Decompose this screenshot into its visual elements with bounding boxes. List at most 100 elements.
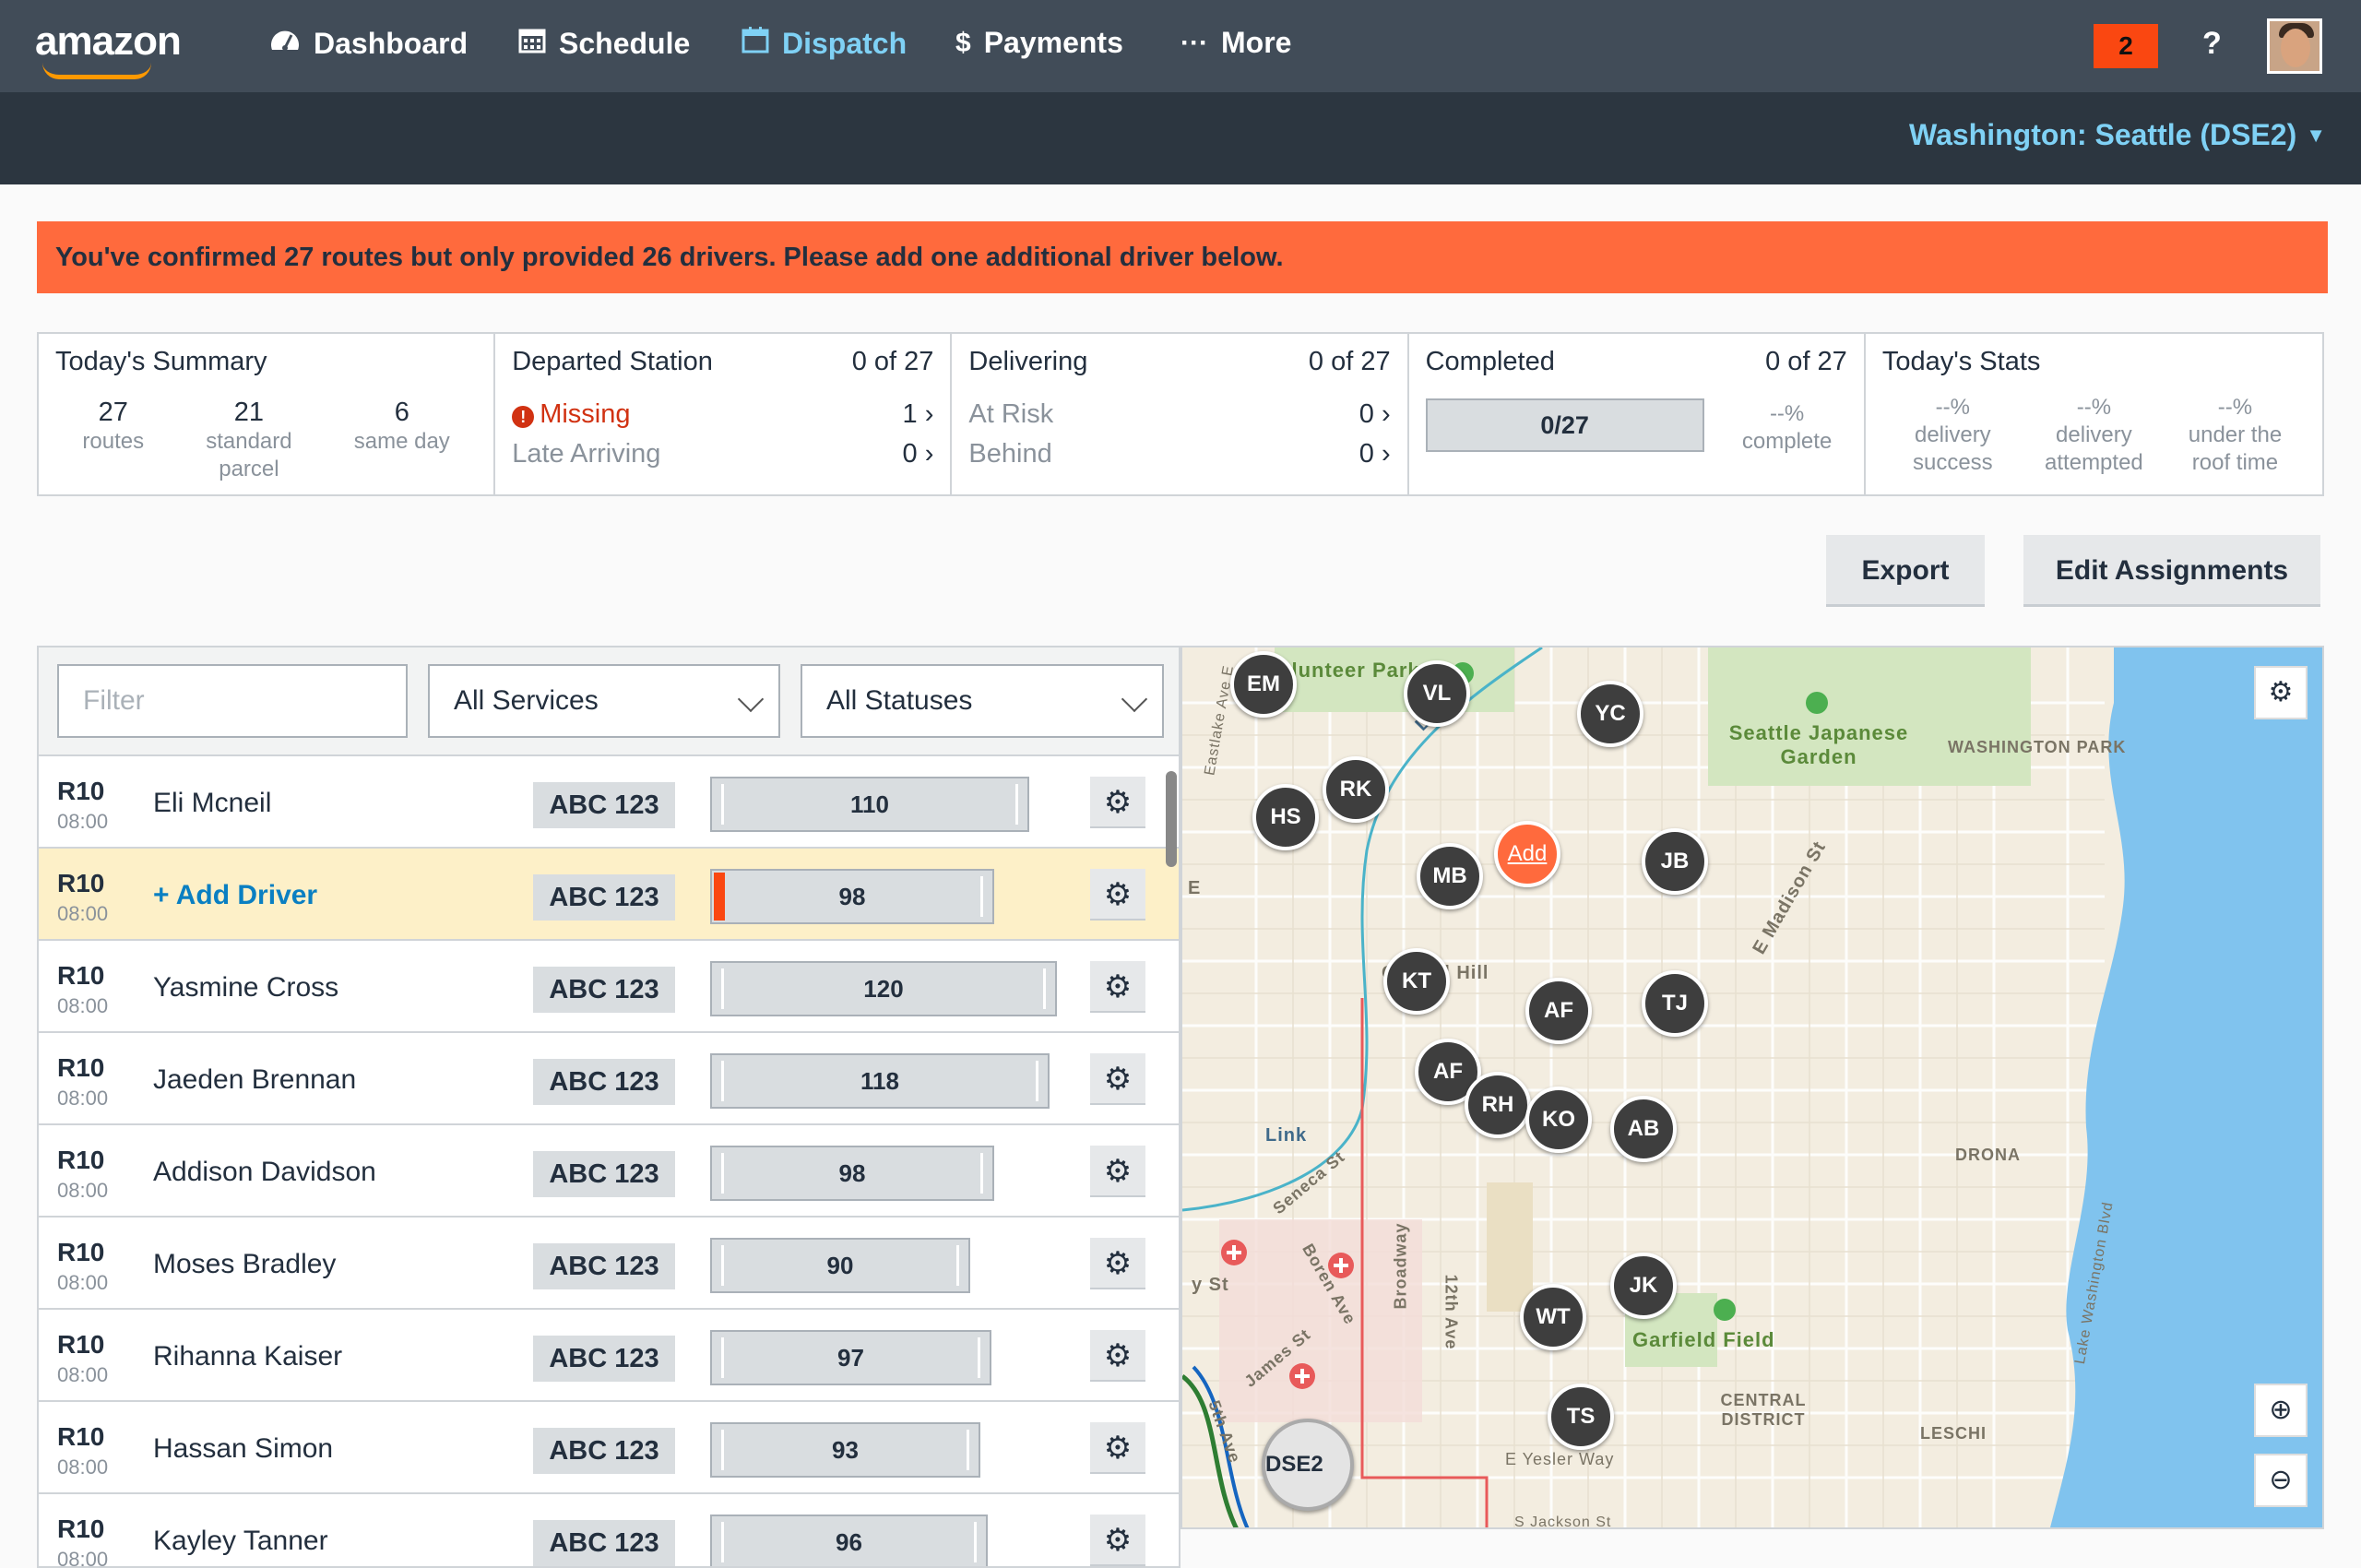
route-row[interactable]: R10 08:00 Moses Bradley ABC 123 90 ⚙ [39,1216,1179,1308]
help-button[interactable]: ? [2202,26,2222,62]
route-settings-button[interactable]: ⚙ [1090,1330,1145,1382]
nav-more[interactable]: ··· More [1180,26,1291,60]
missing-label: Missing [540,399,631,429]
driver-name: Kayley Tanner [153,1526,328,1556]
driver-pin[interactable]: RK [1323,756,1389,823]
station-selector[interactable]: Washington: Seattle (DSE2) ▼ [1909,118,2326,152]
driver-name: Addison Davidson [153,1157,376,1187]
route-id: R10 [57,1422,105,1451]
route-settings-button[interactable]: ⚙ [1090,1238,1145,1289]
vehicle-tag[interactable]: ABC 123 [533,782,675,828]
package-load-bar: 120 [710,961,1057,1016]
vehicle-tag[interactable]: ABC 123 [533,874,675,921]
chevron-down-icon [737,685,765,713]
export-button[interactable]: Export [1826,535,1985,607]
vehicle-tag[interactable]: ABC 123 [533,1336,675,1382]
route-row[interactable]: R10 08:00 Jaeden Brennan ABC 123 118 ⚙ [39,1031,1179,1123]
zoom-out-icon: ⊖ [2269,1465,2293,1495]
driver-pin[interactable]: JK [1610,1253,1677,1319]
dashboard-icon [269,26,301,61]
missing-row[interactable]: ! Missing 1 › [512,399,933,430]
route-row[interactable]: R10 08:00 Kayley Tanner ABC 123 96 ⚙ [39,1492,1179,1566]
route-row[interactable]: R10 08:00 Yasmine Cross ABC 123 120 ⚙ [39,939,1179,1031]
package-load-bar: 98 [710,869,994,924]
route-settings-button[interactable]: ⚙ [1090,777,1145,828]
map-label-12th-ave: 12th Ave [1442,1274,1461,1350]
behind-row[interactable]: Behind 0 › [968,439,1390,469]
driver-pin[interactable]: TS [1548,1384,1614,1450]
add-driver-link[interactable]: + Add Driver [153,880,317,911]
ellipsis-icon: ··· [1180,27,1208,58]
vehicle-tag[interactable]: ABC 123 [533,1059,675,1105]
avatar-face [2281,29,2310,67]
route-settings-button[interactable]: ⚙ [1090,869,1145,921]
station-marker-dse2[interactable]: DSE2 [1262,1419,1354,1511]
driver-pin[interactable]: JB [1642,828,1708,895]
package-load-bar: 110 [710,777,1029,832]
amazon-logo[interactable]: amazon [35,18,182,79]
filter-input[interactable]: Filter [57,664,408,738]
route-time: 08:00 [57,1271,109,1294]
driver-pin[interactable]: KT [1383,948,1450,1015]
add-driver-pin[interactable]: Add [1494,821,1560,887]
driver-pin[interactable]: WT [1520,1284,1586,1350]
driver-pin[interactable]: TJ [1642,970,1708,1037]
vehicle-tag[interactable]: ABC 123 [533,1151,675,1197]
vehicle-tag[interactable]: ABC 123 [533,967,675,1013]
nav-dashboard[interactable]: Dashboard [269,26,468,61]
stat-delivery-success: --% delivery success [1912,395,1993,475]
list-scrollbar[interactable] [1166,771,1177,867]
late-arriving-row[interactable]: Late Arriving 0 › [512,439,933,469]
vehicle-tag[interactable]: ABC 123 [533,1243,675,1289]
driver-pin[interactable]: AB [1610,1096,1677,1162]
route-settings-button[interactable]: ⚙ [1090,961,1145,1013]
gear-icon: ⚙ [1103,1523,1133,1558]
driver-pin[interactable]: HS [1252,784,1319,850]
route-row[interactable]: R10 08:00 Rihanna Kaiser ABC 123 97 ⚙ [39,1308,1179,1400]
services-select[interactable]: All Services [428,664,780,738]
vehicle-tag[interactable]: ABC 123 [533,1520,675,1566]
driver-pin[interactable]: EM [1230,651,1297,718]
completed-progress-bar: 0/27 [1425,398,1704,452]
notification-badge[interactable]: 2 [2094,24,2158,68]
driver-pin[interactable]: RH [1465,1072,1531,1138]
driver-pin[interactable]: MB [1417,843,1483,909]
map-label-yesler-way: E Yesler Way [1505,1450,1615,1468]
at-risk-row[interactable]: At Risk 0 › [968,399,1390,430]
bar-tick [721,1061,724,1101]
vehicle-tag[interactable]: ABC 123 [533,1428,675,1474]
nav-dispatch[interactable]: Dispatch [742,26,907,61]
driver-pin[interactable]: YC [1577,681,1643,747]
map-settings-button[interactable]: ⚙ [2254,666,2308,719]
driver-pin[interactable]: VL [1404,660,1470,727]
user-avatar[interactable] [2267,18,2322,74]
bar-tick [956,1245,959,1286]
completed-count: 0 of 27 [1765,347,1847,376]
chevron-right-icon: › [924,399,934,429]
driver-pin[interactable]: AF [1525,978,1592,1044]
package-count: 93 [832,1436,859,1464]
route-settings-button[interactable]: ⚙ [1090,1053,1145,1105]
calendar-icon [518,26,546,61]
gear-icon: ⚙ [1103,877,1133,912]
zoom-out-button[interactable]: ⊖ [2254,1454,2308,1507]
route-row[interactable]: R10 08:00 Addison Davidson ABC 123 98 ⚙ [39,1123,1179,1216]
bar-tick [980,1153,983,1194]
statuses-select[interactable]: All Statuses [801,664,1164,738]
route-settings-button[interactable]: ⚙ [1090,1515,1145,1566]
zoom-in-button[interactable]: ⊕ [2254,1384,2308,1437]
driver-shortage-alert: You've confirmed 27 routes but only prov… [37,221,2328,293]
route-settings-button[interactable]: ⚙ [1090,1422,1145,1474]
edit-assignments-button[interactable]: Edit Assignments [2023,535,2320,607]
package-load-bar: 90 [710,1238,970,1293]
nav-schedule[interactable]: Schedule [518,26,690,61]
map-label-garfield-field: Garfield Field [1632,1328,1775,1351]
driver-pin[interactable]: KO [1525,1087,1592,1153]
route-map[interactable]: Volunteer Park Seattle Japanese Garden W… [1180,646,2324,1529]
nav-payments[interactable]: $ Payments [955,26,1123,60]
route-row[interactable]: R10 08:00 Hassan Simon ABC 123 93 ⚙ [39,1400,1179,1492]
route-row[interactable]: R10 08:00 Eli Mcneil ABC 123 110 ⚙ [39,754,1179,847]
route-settings-button[interactable]: ⚙ [1090,1146,1145,1197]
delivering-card: Delivering 0 of 27 At Risk 0 › Behind 0 › [952,334,1409,494]
route-row[interactable]: R10 08:00 + Add Driver ABC 123 98 ⚙ [39,847,1179,939]
